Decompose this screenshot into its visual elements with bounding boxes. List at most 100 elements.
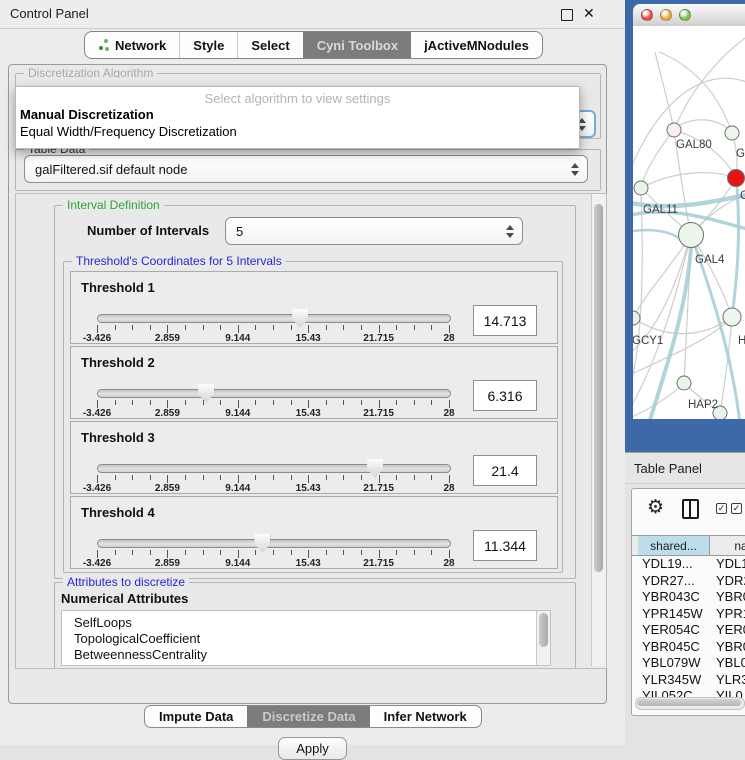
tick-mark <box>414 400 415 405</box>
column-header[interactable]: na <box>711 536 745 555</box>
tick-mark <box>150 400 151 405</box>
settings-scrollbar-thumb[interactable] <box>594 204 603 572</box>
tab-impute-data[interactable]: Impute Data <box>145 706 247 727</box>
node-hap2[interactable] <box>677 376 691 390</box>
cell-name: YBR0 <box>716 589 745 604</box>
tick-label: 28 <box>443 333 454 344</box>
node-label: C <box>740 190 745 202</box>
numerical-attributes-list[interactable]: SelfLoopsTopologicalCoefficientBetweenne… <box>61 610 551 666</box>
threshold-value-field[interactable]: 21.4 <box>473 455 537 486</box>
tick-mark <box>273 400 274 405</box>
slider-tick-labels: -3.4262.8599.14415.4321.71528 <box>97 408 449 418</box>
settings-scrollbar[interactable] <box>591 194 606 666</box>
tick-mark <box>97 325 98 333</box>
tick-label: -3.426 <box>83 333 111 344</box>
attributes-scrollbar-thumb[interactable] <box>539 613 548 647</box>
tick-mark <box>132 325 133 330</box>
attribute-item[interactable]: SelfLoops <box>62 611 550 631</box>
table-row[interactable]: YER054CYER0 <box>632 622 745 639</box>
threshold-value-field[interactable]: 14.713 <box>473 305 537 336</box>
attribute-item[interactable]: TopologicalCoefficient <box>62 631 550 647</box>
algorithm-popup-hint: Select algorithm to view settings <box>16 91 579 106</box>
tick-mark <box>361 325 362 330</box>
attribute-item[interactable]: BetweennessCentrality <box>62 647 550 663</box>
zoom-traffic-light-icon[interactable] <box>679 9 691 21</box>
tick-mark <box>255 475 256 480</box>
tick-label: 15.43 <box>296 558 321 569</box>
tab-cyni-toolbox[interactable]: Cyni Toolbox <box>303 32 411 58</box>
slider-ticks <box>97 325 449 333</box>
tab-select[interactable]: Select <box>237 32 302 58</box>
threshold-label: Threshold 3 <box>81 430 155 445</box>
table-horizontal-scrollbar-thumb[interactable] <box>637 699 741 706</box>
apply-button-label: Apply <box>296 741 329 756</box>
tick-mark <box>185 550 186 555</box>
table-horizontal-scrollbar[interactable] <box>635 697 745 710</box>
tick-mark <box>396 400 397 405</box>
attributes-scrollbar[interactable] <box>536 611 550 665</box>
tick-mark <box>115 550 116 555</box>
cell-name: YBR0 <box>716 639 745 654</box>
table-row[interactable]: YDR27...YDR2 <box>632 573 745 590</box>
slider-ticks <box>97 475 449 483</box>
table-row[interactable]: YDL19...YDL1 <box>632 556 745 573</box>
table-row[interactable]: YBR045CYBR0 <box>632 639 745 656</box>
tick-label: -3.426 <box>83 483 111 494</box>
close-traffic-light-icon[interactable] <box>641 9 653 21</box>
network-view-canvas[interactable]: GAL80GCGAL11GAL4GCY1HHAP2 <box>633 26 745 419</box>
node-top-right[interactable] <box>725 126 739 140</box>
node-gcy1[interactable] <box>633 311 640 325</box>
algorithm-option[interactable]: Equal Width/Frequency Discretization <box>16 123 579 140</box>
tab-style[interactable]: Style <box>179 32 237 58</box>
network-edge-thick <box>633 230 685 242</box>
node-gal80[interactable] <box>667 123 681 137</box>
number-of-intervals-combobox[interactable]: 5 <box>225 217 523 245</box>
algorithm-popup-options: Manual DiscretizationEqual Width/Frequen… <box>16 106 579 140</box>
tab-discretize-data[interactable]: Discretize Data <box>247 706 369 727</box>
column-header[interactable]: shared... <box>638 536 710 555</box>
cell-shared-name: YBR043C <box>642 589 700 604</box>
node-gal4[interactable] <box>679 223 704 248</box>
table-panel: ⚙ ✓ ✓ shared...na YDL19...YDL1YDR27...YD… <box>631 488 745 716</box>
apply-button[interactable]: Apply <box>278 737 347 760</box>
tick-mark <box>238 325 239 333</box>
slider-track[interactable] <box>97 539 451 548</box>
network-edge <box>633 194 642 398</box>
threshold-row: Threshold 2-3.4262.8599.14415.4321.71528… <box>70 346 558 419</box>
node-red[interactable] <box>728 170 745 187</box>
slider-track[interactable] <box>97 314 451 323</box>
float-window-icon[interactable] <box>561 9 573 21</box>
close-icon[interactable]: ✕ <box>583 5 595 22</box>
network-edge <box>691 235 732 317</box>
node-right-mid[interactable] <box>723 308 741 326</box>
table-data-combobox[interactable]: galFiltered.sif default node <box>24 155 588 183</box>
table-row[interactable]: YLR345WYLR3 <box>632 672 745 689</box>
tab-infer-network[interactable]: Infer Network <box>370 706 481 727</box>
tick-mark <box>308 325 309 333</box>
tab-jactivemnodules[interactable]: jActiveMNodules <box>411 32 542 58</box>
network-window-titlebar[interactable] <box>633 4 745 26</box>
threshold-row: Threshold 1-3.4262.8599.14415.4321.71528… <box>70 271 558 344</box>
checkbox-icon[interactable]: ✓ <box>716 503 727 514</box>
tab-network[interactable]: Network <box>85 32 179 58</box>
minimize-traffic-light-icon[interactable] <box>660 9 672 21</box>
table-row[interactable]: YBL079WYBL0 <box>632 655 745 672</box>
node-gal11[interactable] <box>634 181 648 195</box>
slider-track[interactable] <box>97 464 451 473</box>
tick-label: 2.859 <box>155 558 180 569</box>
attributes-title: Attributes to discretize <box>63 575 189 589</box>
threshold-value-field[interactable]: 6.316 <box>473 380 537 411</box>
threshold-value-field[interactable]: 11.344 <box>473 530 537 561</box>
tick-mark <box>308 475 309 483</box>
slider-ticks <box>97 550 449 558</box>
checkbox-icon[interactable]: ✓ <box>731 503 742 514</box>
columns-icon[interactable] <box>682 499 699 519</box>
table-row[interactable]: YPR145WYPR1 <box>632 606 745 623</box>
table-row[interactable]: YBR043C YBR0 <box>632 589 745 606</box>
cell-name: YDR2 <box>716 573 745 588</box>
slider-track[interactable] <box>97 389 451 398</box>
algorithm-option[interactable]: Manual Discretization <box>16 106 579 123</box>
gear-icon[interactable]: ⚙ <box>647 497 664 519</box>
control-panel-title: Control Panel <box>10 6 89 21</box>
tick-mark <box>291 475 292 480</box>
